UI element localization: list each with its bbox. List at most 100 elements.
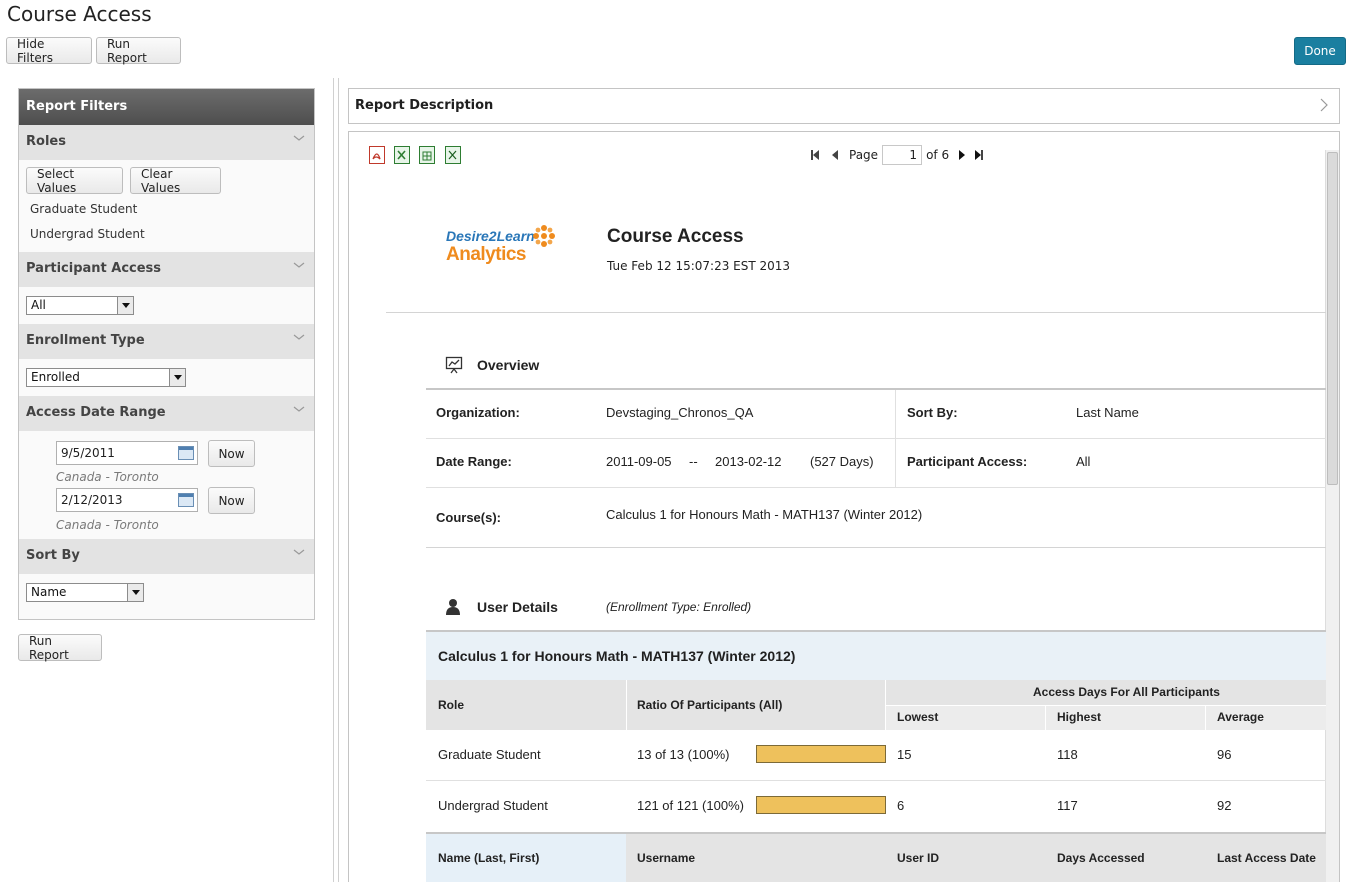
user-details-title: User Details [477,599,558,615]
panel-splitter[interactable] [333,78,339,882]
enrollment-type-select[interactable]: Enrolled [26,368,186,387]
enrollment-type-value: Enrolled [31,370,80,384]
enrollment-type-label: Enrollment Type [26,333,145,348]
page-label: Page [849,148,879,162]
sort-by-label: Sort By: [907,405,958,420]
divider [386,312,1326,313]
excel-data-export-icon[interactable] [419,146,435,164]
excel-export-icon[interactable] [394,146,410,164]
organization-value: Devstaging_Chronos_QA [606,405,754,420]
sort-by-value: Name [31,585,67,599]
done-button[interactable]: Done [1294,37,1346,65]
chevron-down-icon [293,135,305,141]
date-range-start: 2011-09-05 [606,454,672,469]
sort-by-value: Last Name [1076,405,1139,420]
participant-access-label: Participant Access [26,261,162,276]
clear-values-button[interactable]: Clear Values [130,167,221,195]
previous-page-icon[interactable] [832,150,838,160]
col-username[interactable]: Username [637,851,695,865]
select-values-button[interactable]: Select Values [26,167,123,195]
row2-ratio: 121 of 121 (100%) [637,798,744,813]
row1-lowest: 15 [897,747,912,762]
col-highest[interactable]: Highest [1057,710,1101,724]
roles-section-header[interactable]: Roles [19,125,314,160]
participant-access-label: Participant Access: [907,454,1028,469]
end-timezone: Canada - Toronto [56,518,159,532]
participant-access-select[interactable]: All [26,296,134,315]
report-viewer: Page 1 of 6 Desire2Learn Analytics Cours… [348,131,1340,882]
dropdown-arrow-icon [169,369,185,386]
col-name[interactable]: Name (Last, First) [438,851,539,865]
row1-role: Graduate Student [438,747,541,762]
run-report-button[interactable]: Run Report [18,634,102,662]
date-range-separator: -- [689,454,698,469]
enrollment-type-note: (Enrollment Type: Enrolled) [606,600,752,614]
page-count: of 6 [926,148,950,162]
date-range-end: 2013-02-12 [715,454,782,469]
sort-by-select[interactable]: Name [26,583,144,602]
organization-label: Organization: [436,405,520,420]
enrollment-type-section-header[interactable]: Enrollment Type [19,324,314,359]
access-date-range-section-header[interactable]: Access Date Range [19,396,314,431]
participant-access-section-header[interactable]: Participant Access [19,252,314,287]
col-lowest[interactable]: Lowest [897,710,938,724]
chevron-right-icon [1320,98,1328,112]
col-average[interactable]: Average [1217,710,1264,724]
run-report-top-button[interactable]: Run Report [96,37,181,65]
start-date-input[interactable]: 9/5/2011 [56,441,198,465]
report-filters-title: Report Filters [19,89,314,125]
col-days-accessed[interactable]: Days Accessed [1057,851,1145,865]
row1-average: 96 [1217,747,1232,762]
logo-line1: Desire2Learn [446,228,535,244]
role-item: Undergrad Student [30,227,145,241]
overview-chart-icon [445,356,463,374]
divider [426,487,1326,488]
last-page-icon[interactable] [981,150,984,160]
chevron-down-icon [293,406,305,412]
report-title: Course Access [607,226,744,247]
row1-highest: 118 [1057,747,1078,762]
report-description-label: Report Description [355,98,494,113]
participant-access-value: All [1076,454,1091,469]
report-pager: Page 1 of 6 [811,144,984,166]
start-timezone: Canada - Toronto [56,470,159,484]
row2-highest: 117 [1057,798,1078,813]
report-scrollbar[interactable] [1325,150,1339,882]
sort-by-section-header[interactable]: Sort By [19,539,314,574]
end-now-button[interactable]: Now [208,487,255,514]
page-number-input[interactable]: 1 [882,145,923,165]
logo-flower-icon [533,225,555,247]
chevron-down-icon [293,549,305,555]
report-description-bar[interactable]: Report Description [348,88,1340,124]
calendar-icon[interactable] [178,446,194,460]
access-date-range-label: Access Date Range [26,405,166,420]
row-divider [426,780,1326,781]
col-ratio[interactable]: Ratio Of Participants (All) [637,698,782,712]
col-last-access-date[interactable]: Last Access Date [1217,851,1316,865]
row1-ratio: 13 of 13 (100%) [637,747,730,762]
scroll-thumb[interactable] [1327,152,1338,485]
col-role[interactable]: Role [438,698,464,712]
chevron-down-icon [293,262,305,268]
divider [426,547,1326,548]
chevron-down-icon [293,334,305,340]
start-now-button[interactable]: Now [208,440,255,467]
courses-label: Course(s): [436,510,502,525]
report-generated-date: Tue Feb 12 15:07:23 EST 2013 [607,259,791,273]
dropdown-arrow-icon [127,584,143,601]
course-band: Calculus 1 for Honours Math - MATH137 (W… [426,630,1326,680]
row2-ratio-bar [756,796,886,814]
row2-average: 92 [1217,798,1232,813]
next-page-icon[interactable] [959,150,966,160]
divider [426,438,1326,439]
first-page-arrow-icon[interactable] [813,150,819,160]
pdf-export-icon[interactable] [369,146,385,164]
hide-filters-button[interactable]: Hide Filters [6,37,92,65]
col-user-id[interactable]: User ID [897,851,939,865]
divider [895,390,896,488]
end-date-input[interactable]: 2/12/2013 [56,488,198,512]
calendar-icon[interactable] [178,493,194,507]
divider [426,388,1326,390]
csv-export-icon[interactable] [445,146,461,164]
role-item: Graduate Student [30,202,138,216]
